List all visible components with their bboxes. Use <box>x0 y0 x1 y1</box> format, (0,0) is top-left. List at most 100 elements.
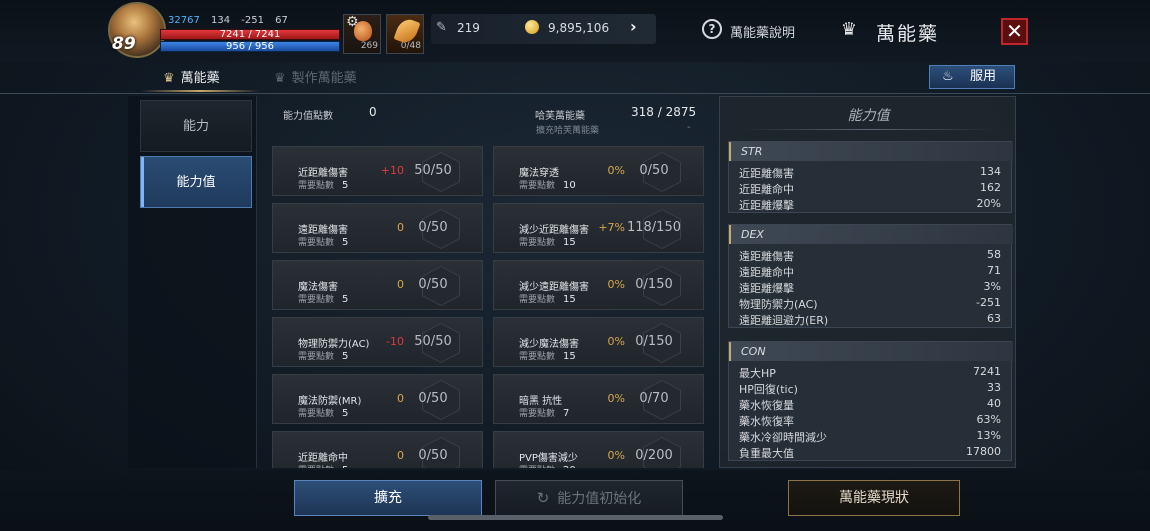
stat-row-label: 遠距離爆擊 <box>739 282 794 295</box>
stat-card[interactable]: 魔法防禦(MR) 需要點數 5 0 0/50 <box>272 374 483 424</box>
stat-row: 藥水恢復率 63% <box>739 413 1001 429</box>
stat-card-name: 近距離命中 <box>298 453 348 464</box>
expand-button[interactable]: 擴充 <box>294 480 482 516</box>
stat-row-label: 物理防禦力(AC) <box>739 298 818 311</box>
stat-card[interactable]: 減少遠距離傷害 需要點數 15 0% 0/150 <box>493 260 704 310</box>
stat-card-req: 需要點數 15 <box>519 349 576 362</box>
help-label[interactable]: 萬能藥說明 <box>730 22 795 41</box>
stat-card-req: 需要點數 5 <box>298 292 348 305</box>
help-icon[interactable]: ? <box>702 19 722 39</box>
req-value: 15 <box>563 237 576 248</box>
player-stat-row: 32767 134 -251 67 <box>168 15 296 26</box>
stat-row: 遠距離迴避力(ER) 63 <box>739 312 1001 328</box>
stat-card-progress: 0/200 <box>635 448 673 463</box>
stat-row: HP回復(tic) 33 <box>739 381 1001 397</box>
reset-label: 能力值初始化 <box>557 491 642 507</box>
elixir-grid-area: 能力值點數 0 哈芙萬能藥 318 / 2875 擴充哈芙萬能藥 - 近距離傷害… <box>259 96 715 468</box>
stat-card-name: 減少遠距離傷害 <box>519 282 589 293</box>
stat-row-value: -251 <box>976 296 1001 309</box>
stat-row-label: 遠距離傷害 <box>739 250 794 263</box>
stat-card[interactable]: 物理防禦力(AC) 需要點數 5 -10 50/50 <box>272 317 483 367</box>
hh-expand-value: - <box>687 122 691 133</box>
feather-icon: ✎ <box>436 20 447 35</box>
reset-stats-button[interactable]: ↻ 能力值初始化 <box>495 480 683 516</box>
stat-row-label: 遠距離命中 <box>739 266 794 279</box>
req-value: 5 <box>342 237 349 248</box>
stat-row-value: 33 <box>987 381 1001 394</box>
req-label: 需要點數 <box>519 238 556 248</box>
hh-elixir-label: 哈芙萬能藥 <box>535 111 585 122</box>
stat-card-req: 需要點數 5 <box>298 463 348 468</box>
tab-elixir[interactable]: ♛ 萬能藥 <box>163 67 220 86</box>
stat-card-req: 需要點數 5 <box>298 349 348 362</box>
stat-row: 遠距離命中 71 <box>739 264 1001 280</box>
stat-row-value: 63 <box>987 312 1001 325</box>
hh-elixir-value: 318 / 2875 <box>631 105 697 119</box>
stat-card-name: 魔法傷害 <box>298 282 338 293</box>
stat-a-value: 134 <box>211 15 231 26</box>
scroll-handle[interactable] <box>428 515 723 520</box>
stat-card-progress: 0/50 <box>418 448 448 463</box>
stat-card[interactable]: 遠距離傷害 需要點數 5 0 0/50 <box>272 203 483 253</box>
stat-row: 負重最大值 17800 <box>739 445 1001 461</box>
req-value: 5 <box>342 294 349 305</box>
stat-row-label: 藥水恢復量 <box>739 399 794 412</box>
req-label: 需要點數 <box>298 466 334 468</box>
gold-coin-icon <box>525 20 539 34</box>
stats-panel-divider <box>740 129 997 130</box>
stat-row-label: 藥水冷卻時間減少 <box>739 431 827 444</box>
stat-card-req: 需要點數 15 <box>519 292 576 305</box>
tab-row: ♛ 萬能藥 ♛ 製作萬能藥 ♨ 服用 <box>0 62 1150 94</box>
stat-card[interactable]: 近距離命中需要點數500/50 <box>272 431 483 468</box>
drink-icon: ♨ <box>942 69 954 84</box>
stat-card[interactable]: PVP傷害減少需要點數200%0/200 <box>493 431 704 468</box>
sidebar-item-ability[interactable]: 能力 <box>140 100 252 152</box>
req-label: 需要點數 <box>298 409 335 419</box>
stat-row-label: 遠距離迴避力(ER) <box>739 314 829 327</box>
stat-row: 藥水冷卻時間減少 13% <box>739 429 1001 445</box>
sidebar-item-stats[interactable]: 能力值 <box>140 156 252 208</box>
stat-card[interactable]: 減少近距離傷害 需要點數 15 +7% 118/150 <box>493 203 704 253</box>
stat-row: 近距離命中 162 <box>739 181 1001 197</box>
tab-craft[interactable]: ♛ 製作萬能藥 <box>274 67 357 86</box>
use-button-label: 服用 <box>969 69 996 84</box>
stat-card-name: 暗黑 抗性 <box>519 396 563 407</box>
stat-row-value: 134 <box>980 165 1001 178</box>
stat-card[interactable]: 暗黑 抗性 需要點數 7 0% 0/70 <box>493 374 704 424</box>
stat-card-req: 需要點數 5 <box>298 406 348 419</box>
stats-panel: 能力值 STR 近距離傷害 134 近距離命中 162 近距離爆擊 20% DEX 遠距離傷害 5… <box>719 96 1016 468</box>
stat-card[interactable]: 近距離傷害 需要點數 5 +10 50/50 <box>272 146 483 196</box>
req-value: 5 <box>342 408 349 419</box>
stat-c-value: 67 <box>275 15 288 26</box>
gear-icon[interactable]: ⚙ <box>346 14 359 30</box>
stat-card[interactable]: 減少魔法傷害 需要點數 15 0% 0/150 <box>493 317 704 367</box>
stat-group-head: CON <box>729 342 1013 361</box>
stat-row: 物理防禦力(AC) -251 <box>739 296 1001 312</box>
chevron-right-icon[interactable]: › <box>630 17 637 36</box>
stat-row: 遠距離爆擊 3% <box>739 280 1001 296</box>
mp-bar: 956 / 956 <box>160 41 340 52</box>
stat-group-con: CON 最大HP 7241 HP回復(tic) 33 藥水恢復量 40 藥水恢復率 63% 藥水冷… <box>728 341 1013 461</box>
stat-card[interactable]: 魔法傷害 需要點數 5 0 0/50 <box>272 260 483 310</box>
stat-card-progress: 50/50 <box>414 163 452 178</box>
req-value: 5 <box>342 180 349 191</box>
elixir-status-button[interactable]: 萬能藥現狀 <box>788 480 960 516</box>
tab-elixir-label: 萬能藥 <box>180 71 220 86</box>
character-level: 89 <box>112 34 136 54</box>
stat-card-progress: 0/50 <box>418 277 448 292</box>
craft-icon: ♛ <box>274 71 286 86</box>
stat-card-progress: 0/150 <box>635 334 673 349</box>
points-value: 0 <box>369 105 377 119</box>
use-button[interactable]: ♨ 服用 <box>929 65 1015 89</box>
stat-row: 最大HP 7241 <box>739 365 1001 381</box>
close-button[interactable]: ✕ <box>1001 18 1028 45</box>
stat-card-name: PVP傷害減少 <box>519 453 578 464</box>
stat-card-name: 魔法穿透 <box>519 168 559 179</box>
elixir-screen: 89 32767 134 -251 67 7241 / 7241 956 / 9… <box>0 0 1150 531</box>
stat-row: 近距離爆擊 20% <box>739 197 1001 213</box>
top-bar: 89 32767 134 -251 67 7241 / 7241 956 / 9… <box>0 0 1150 62</box>
quick-slot-scroll[interactable]: 0/48 <box>386 14 424 54</box>
stat-card[interactable]: 魔法穿透 需要點數 10 0% 0/50 <box>493 146 704 196</box>
stat-card-name: 近距離傷害 <box>298 168 348 179</box>
bottom-bar: 擴充 ↻ 能力值初始化 萬能藥現狀 <box>0 470 1150 531</box>
